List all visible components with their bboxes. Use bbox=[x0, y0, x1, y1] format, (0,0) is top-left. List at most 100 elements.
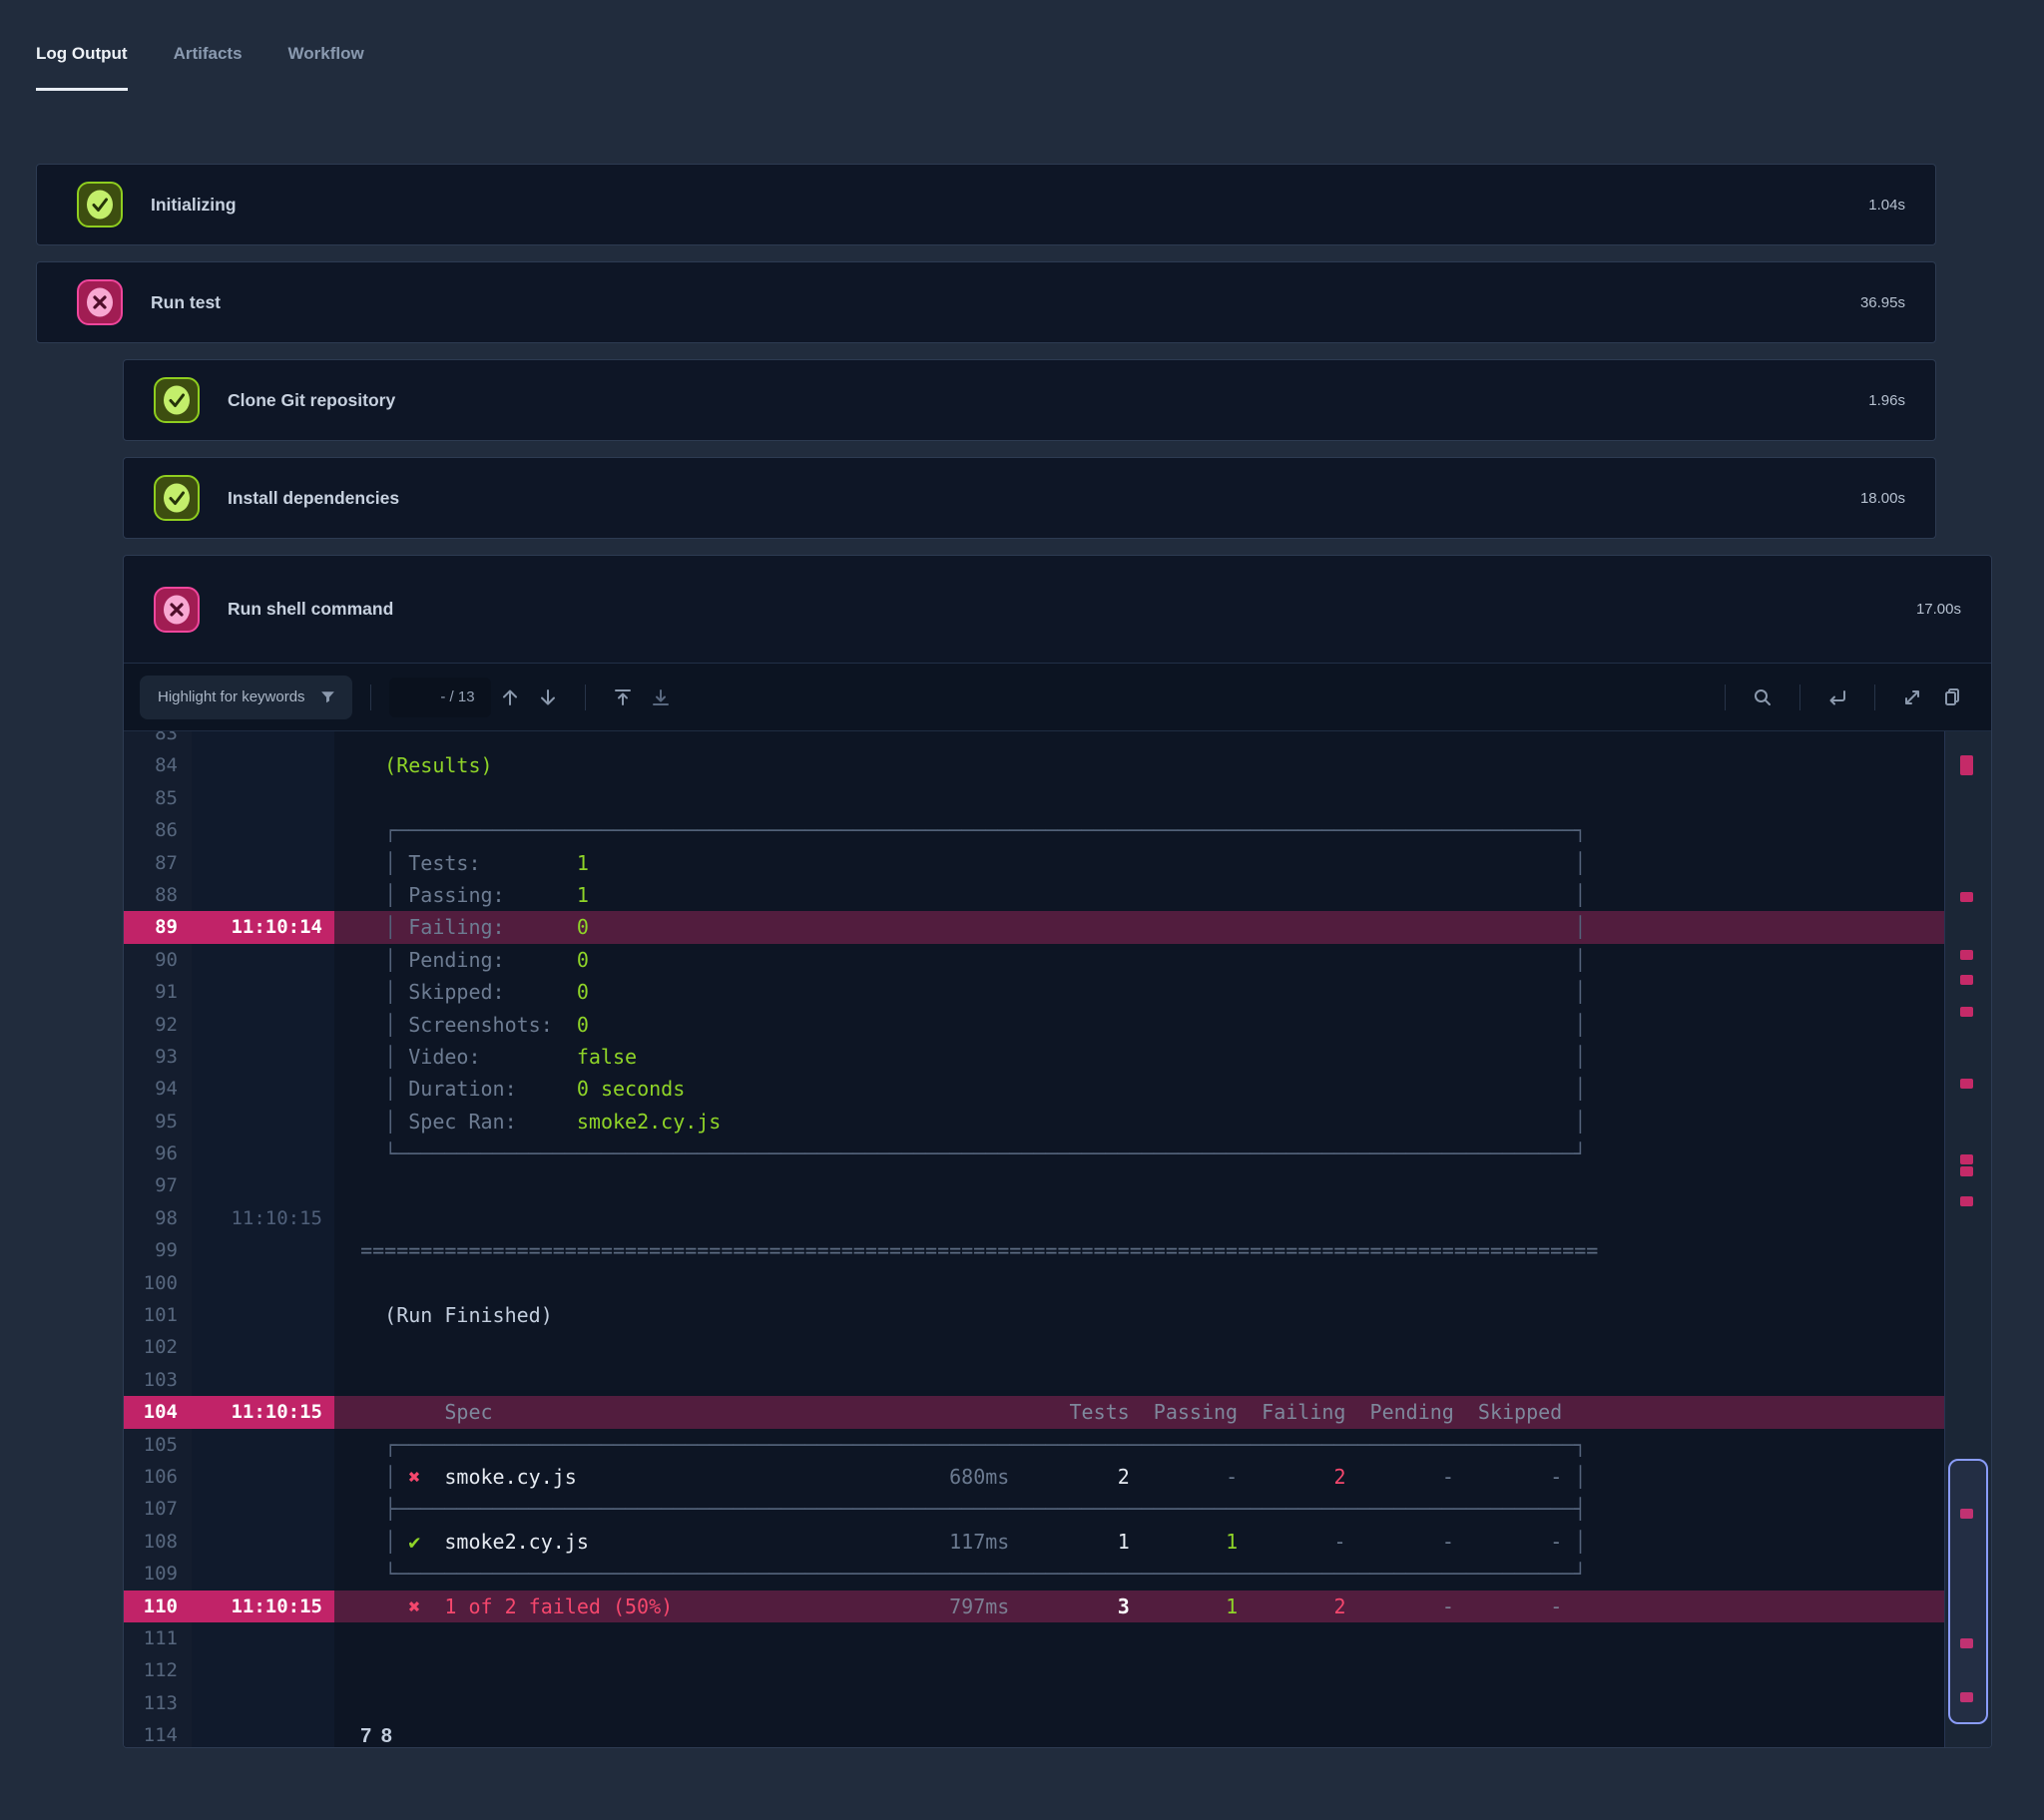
line-number[interactable]: 106 bbox=[124, 1461, 192, 1493]
jump-to-bottom-icon[interactable] bbox=[642, 679, 680, 716]
step-row-clone-git-repository[interactable]: Clone Git repository 1.96s bbox=[123, 359, 1936, 441]
log-line[interactable]: 105 ┌───────────────────────────────────… bbox=[124, 1429, 1944, 1461]
minimap-viewport-handle[interactable] bbox=[1948, 1459, 1988, 1724]
line-number[interactable]: 110 bbox=[124, 1591, 192, 1622]
line-number[interactable]: 107 bbox=[124, 1493, 192, 1525]
line-timestamp bbox=[192, 976, 334, 1008]
tab-log-output[interactable]: Log Output bbox=[36, 44, 128, 91]
log-line[interactable]: 99 =====================================… bbox=[124, 1234, 1944, 1266]
minimap-error-marker[interactable] bbox=[1960, 1166, 1973, 1176]
log-line[interactable]: 101 (Run Finished) bbox=[124, 1299, 1944, 1331]
line-number[interactable]: 108 bbox=[124, 1526, 192, 1558]
log-line[interactable]: 96 └────────────────────────────────────… bbox=[124, 1138, 1944, 1169]
log-line[interactable]: 83 bbox=[124, 731, 1944, 749]
step-row-install-dependencies[interactable]: Install dependencies 18.00s bbox=[123, 457, 1936, 539]
log-line[interactable]: 87 │ Tests: 1 │ bbox=[124, 847, 1944, 879]
step-row-run-shell-command[interactable]: Run shell command 17.00s bbox=[124, 556, 1991, 664]
line-number[interactable]: 92 bbox=[124, 1009, 192, 1041]
log-line[interactable]: 111 bbox=[124, 1622, 1944, 1654]
jump-to-top-icon[interactable] bbox=[604, 679, 642, 716]
log-scroll-region[interactable]: 8384 (Results)8586 ┌────────────────────… bbox=[124, 731, 1944, 1747]
log-line[interactable]: 112 bbox=[124, 1654, 1944, 1686]
minimap-error-marker[interactable] bbox=[1960, 755, 1973, 775]
highlight-keywords-button[interactable]: Highlight for keywords bbox=[140, 676, 352, 719]
line-text: ✖ 1 of 2 failed (50%) 797ms 3 1 2 - - bbox=[334, 1591, 1944, 1622]
line-number[interactable]: 85 bbox=[124, 782, 192, 814]
minimap-error-marker[interactable] bbox=[1960, 1007, 1973, 1017]
minimap-error-marker[interactable] bbox=[1960, 975, 1973, 985]
log-line[interactable]: 113 bbox=[124, 1687, 1944, 1719]
minimap-error-marker[interactable] bbox=[1960, 1079, 1973, 1089]
line-number[interactable]: 104 bbox=[124, 1396, 192, 1428]
log-line[interactable]: 9811:10:15 bbox=[124, 1202, 1944, 1234]
line-number[interactable]: 90 bbox=[124, 944, 192, 976]
line-number[interactable]: 86 bbox=[124, 814, 192, 846]
match-counter-field[interactable]: - / 13 bbox=[389, 678, 491, 717]
log-line[interactable]: 109 └───────────────────────────────────… bbox=[124, 1558, 1944, 1590]
log-line[interactable]: 97 bbox=[124, 1169, 1944, 1201]
line-number[interactable]: 103 bbox=[124, 1364, 192, 1396]
line-number[interactable]: 102 bbox=[124, 1331, 192, 1363]
line-number[interactable]: 105 bbox=[124, 1429, 192, 1461]
line-number[interactable]: 114 bbox=[124, 1719, 192, 1747]
line-number[interactable]: 87 bbox=[124, 847, 192, 879]
line-text bbox=[334, 782, 1944, 814]
tab-artifacts[interactable]: Artifacts bbox=[174, 44, 243, 91]
line-number[interactable]: 112 bbox=[124, 1654, 192, 1686]
log-line[interactable]: 85 bbox=[124, 782, 1944, 814]
log-line[interactable]: 88 │ Passing: 1 │ bbox=[124, 879, 1944, 911]
log-line[interactable]: 106 │ ✖ smoke.cy.js 680ms 2 - 2 - - │ bbox=[124, 1461, 1944, 1493]
line-number[interactable]: 93 bbox=[124, 1041, 192, 1073]
log-minimap-scrollbar[interactable] bbox=[1944, 731, 1991, 1747]
log-line[interactable]: 86 ┌────────────────────────────────────… bbox=[124, 814, 1944, 846]
log-line[interactable]: 102 bbox=[124, 1331, 1944, 1363]
line-number[interactable]: 96 bbox=[124, 1138, 192, 1169]
tab-workflow[interactable]: Workflow bbox=[288, 44, 364, 91]
line-number[interactable]: 95 bbox=[124, 1106, 192, 1138]
log-line[interactable]: 10411:10:15 Spec Tests Passing Failing P… bbox=[124, 1396, 1944, 1428]
log-line[interactable]: 90 │ Pending: 0 │ bbox=[124, 944, 1944, 976]
step-duration: 18.00s bbox=[1860, 490, 1905, 507]
log-line[interactable]: 103 bbox=[124, 1364, 1944, 1396]
log-line[interactable]: 11011:10:15 ✖ 1 of 2 failed (50%) 797ms … bbox=[124, 1591, 1944, 1622]
line-number[interactable]: 99 bbox=[124, 1234, 192, 1266]
step-row-initializing[interactable]: Initializing 1.04s bbox=[36, 164, 1936, 245]
log-line[interactable]: 114 7 8 bbox=[124, 1719, 1944, 1747]
match-down-icon[interactable] bbox=[529, 679, 567, 716]
line-number[interactable]: 100 bbox=[124, 1267, 192, 1299]
minimap-error-marker[interactable] bbox=[1960, 950, 1973, 960]
line-number[interactable]: 97 bbox=[124, 1169, 192, 1201]
tab-bar: Log Output Artifacts Workflow bbox=[0, 0, 2044, 91]
log-line[interactable]: 107 ├───────────────────────────────────… bbox=[124, 1493, 1944, 1525]
copy-icon[interactable] bbox=[1931, 679, 1969, 716]
line-number[interactable]: 84 bbox=[124, 749, 192, 781]
log-line[interactable]: 92 │ Screenshots: 0 │ bbox=[124, 1009, 1944, 1041]
search-icon[interactable] bbox=[1744, 679, 1782, 716]
line-number[interactable]: 101 bbox=[124, 1299, 192, 1331]
minimap-error-marker[interactable] bbox=[1960, 1154, 1973, 1164]
log-line[interactable]: 93 │ Video: false │ bbox=[124, 1041, 1944, 1073]
log-line[interactable]: 91 │ Skipped: 0 │ bbox=[124, 976, 1944, 1008]
wrap-lines-icon[interactable] bbox=[1818, 679, 1856, 716]
line-number[interactable]: 88 bbox=[124, 879, 192, 911]
minimap-error-marker[interactable] bbox=[1960, 1196, 1973, 1206]
log-line[interactable]: 100 bbox=[124, 1267, 1944, 1299]
line-number[interactable]: 109 bbox=[124, 1558, 192, 1590]
log-line[interactable]: 84 (Results) bbox=[124, 749, 1944, 781]
line-text: ┌───────────────────────────────────────… bbox=[334, 1429, 1944, 1461]
log-line[interactable]: 8911:10:14 │ Failing: 0 │ bbox=[124, 911, 1944, 943]
match-up-icon[interactable] bbox=[491, 679, 529, 716]
step-row-run-test[interactable]: Run test 36.95s bbox=[36, 261, 1936, 343]
line-number[interactable]: 98 bbox=[124, 1202, 192, 1234]
expand-icon[interactable] bbox=[1893, 679, 1931, 716]
log-line[interactable]: 94 │ Duration: 0 seconds │ bbox=[124, 1073, 1944, 1105]
log-line[interactable]: 95 │ Spec Ran: smoke2.cy.js │ bbox=[124, 1106, 1944, 1138]
line-number[interactable]: 111 bbox=[124, 1622, 192, 1654]
minimap-error-marker[interactable] bbox=[1960, 892, 1973, 902]
line-number[interactable]: 89 bbox=[124, 911, 192, 943]
line-number[interactable]: 83 bbox=[124, 731, 192, 749]
line-number[interactable]: 91 bbox=[124, 976, 192, 1008]
log-line[interactable]: 108 │ ✔ smoke2.cy.js 117ms 1 1 - - - │ bbox=[124, 1526, 1944, 1558]
line-number[interactable]: 113 bbox=[124, 1687, 192, 1719]
line-number[interactable]: 94 bbox=[124, 1073, 192, 1105]
